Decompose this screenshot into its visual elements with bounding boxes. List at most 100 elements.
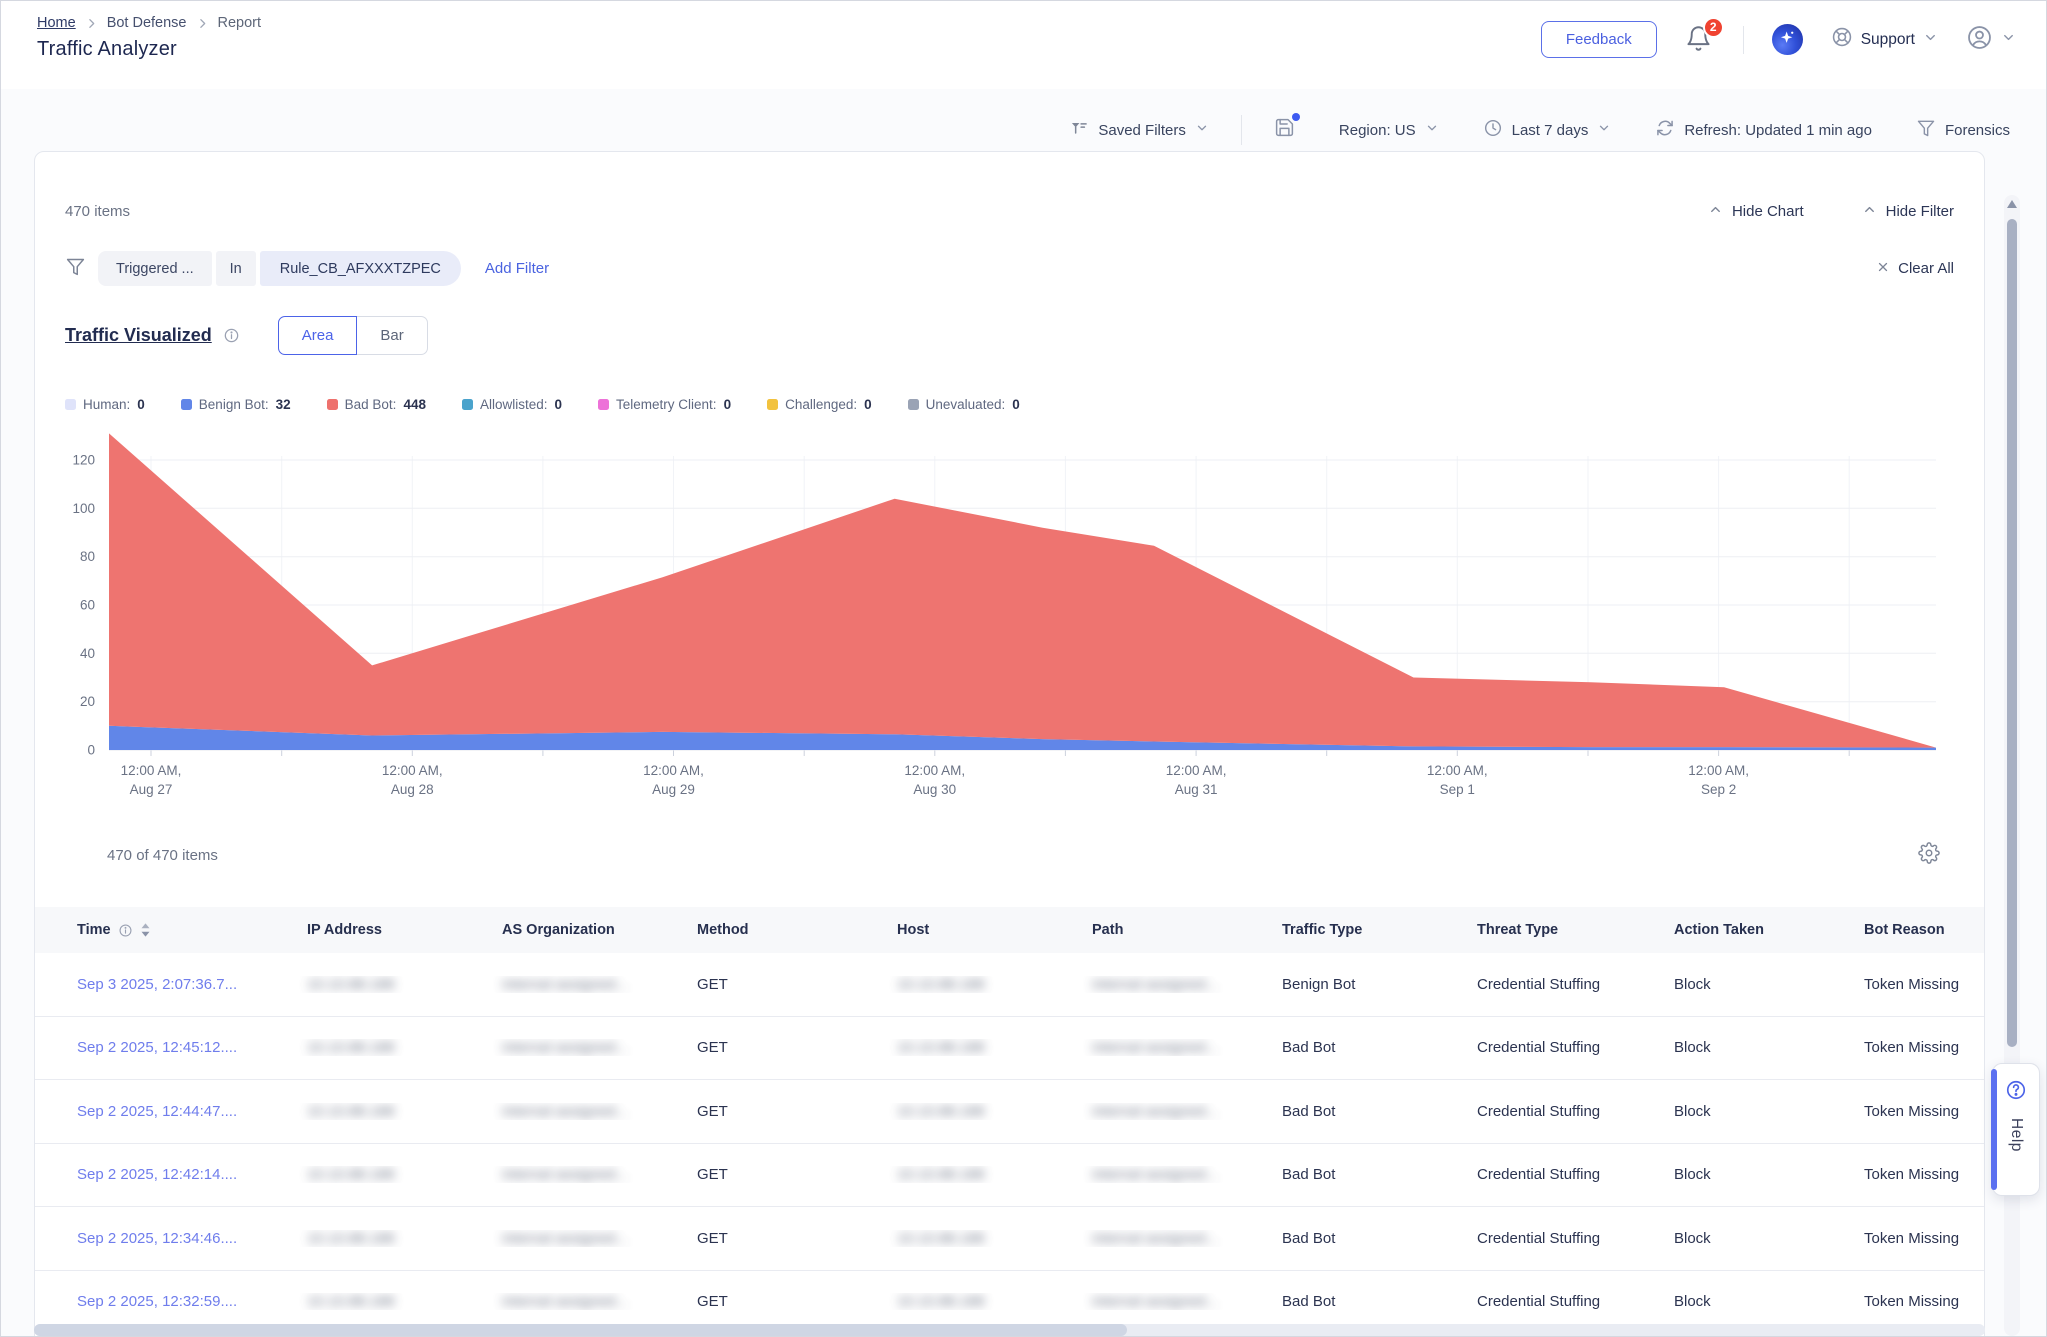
column-header-action-taken[interactable]: Action Taken [1662,922,1852,938]
clear-all-button[interactable]: Clear All [1876,260,1954,278]
legend-item[interactable]: Human:0 [65,397,145,412]
top-bar-right: Feedback 2 Support [1541,21,2016,58]
report-toolbar: Saved Filters Region: US Last 7 days [1,89,2046,153]
column-header-as-organization[interactable]: AS Organization [490,922,685,938]
filter-chip-operator[interactable]: In [216,251,256,286]
legend-item[interactable]: Challenged: 0 [767,397,872,412]
column-header-host[interactable]: Host [885,922,1080,938]
mode-bar-button[interactable]: Bar [357,316,427,355]
notifications-button[interactable]: 2 [1685,25,1715,55]
add-filter-button[interactable]: Add Filter [485,260,549,277]
breadcrumb-bot-defense[interactable]: Bot Defense [107,15,187,31]
svg-text:20: 20 [80,694,95,709]
legend-item[interactable]: Telemetry Client:0 [598,397,731,412]
redacted-cell: 10.10.88.188 [307,1293,395,1310]
mode-area-button[interactable]: Area [278,316,358,355]
event-time-link[interactable]: Sep 2 2025, 12:45:12.... [77,1039,237,1056]
breadcrumb-home[interactable]: Home [37,15,76,31]
info-icon[interactable] [223,327,240,344]
cell-action_taken: Block [1674,1293,1711,1310]
saved-filters-dropdown[interactable]: Saved Filters [1069,118,1209,143]
filter-chip-field[interactable]: Triggered ... [98,251,212,286]
time-range-dropdown[interactable]: Last 7 days [1483,118,1612,143]
active-filter-bar: Triggered ... In Rule_CB_AFXXXTZPEC Add … [65,251,1954,286]
legend-item[interactable]: Unevaluated:0 [908,397,1020,412]
legend-count: 0 [864,397,872,412]
saved-filters-label: Saved Filters [1098,122,1186,139]
event-time-link[interactable]: Sep 2 2025, 12:42:14.... [77,1166,237,1183]
table-row[interactable]: Sep 2 2025, 12:44:47....10.10.88.188inte… [35,1080,1984,1144]
redacted-cell: 10.10.88.188 [307,1230,395,1247]
column-header-traffic-type[interactable]: Traffic Type [1270,922,1465,938]
events-table: TimeIP AddressAS OrganizationMethodHostP… [35,907,1984,1334]
table-row[interactable]: Sep 2 2025, 12:45:12....10.10.88.188inte… [35,1017,1984,1081]
table-settings-button[interactable] [1918,842,1940,869]
legend-count: 0 [555,397,563,412]
legend-item[interactable]: Bad Bot:448 [327,397,426,412]
table-row[interactable]: Sep 2 2025, 12:42:14....10.10.88.188inte… [35,1144,1984,1208]
filter-lines-icon [1069,118,1089,143]
cell-bot_reason: Token Missing [1864,1166,1959,1183]
event-time-link[interactable]: Sep 2 2025, 12:44:47.... [77,1103,237,1120]
cell-method: GET [697,1103,728,1120]
legend-count: 448 [403,397,426,412]
vertical-scrollbar-thumb[interactable] [2007,219,2017,1047]
toolbar-divider [1241,115,1242,145]
legend-label: Telemetry Client: [616,397,717,412]
hide-chart-button[interactable]: Hide Chart [1708,202,1804,221]
redacted-cell: 10.10.88.188 [897,1166,985,1183]
column-header-method[interactable]: Method [685,922,885,938]
event-time-link[interactable]: Sep 2 2025, 12:32:59.... [77,1293,237,1310]
svg-text:Aug 27: Aug 27 [130,782,173,797]
notification-badge: 2 [1703,17,1724,38]
region-dropdown[interactable]: Region: US [1339,121,1439,140]
svg-text:40: 40 [80,646,95,661]
bell-icon [1685,39,1712,56]
chevron-right-icon [196,17,209,30]
column-header-bot-reason[interactable]: Bot Reason [1852,922,1984,938]
horizontal-scrollbar[interactable] [34,1324,1985,1336]
column-header-ip-address[interactable]: IP Address [295,922,490,938]
event-time-link[interactable]: Sep 2 2025, 12:34:46.... [77,1230,237,1247]
hide-filter-button[interactable]: Hide Filter [1862,202,1954,221]
scroll-up-arrow-icon[interactable] [2004,195,2020,213]
redacted-cell: internal assigned... [502,1103,628,1120]
svg-text:Aug 29: Aug 29 [652,782,695,797]
forensics-button[interactable]: Forensics [1916,118,2010,143]
legend-label: Challenged: [785,397,857,412]
refresh-button[interactable]: Refresh: Updated 1 min ago [1655,118,1872,143]
horizontal-scrollbar-thumb[interactable] [34,1324,1127,1336]
legend-item[interactable]: Benign Bot:32 [181,397,291,412]
lifebuoy-icon [1831,26,1853,53]
help-tab-label: Help [2007,1118,2025,1152]
column-header-time[interactable]: Time [35,922,295,938]
column-header-threat-type[interactable]: Threat Type [1465,922,1662,938]
items-count: 470 items [65,203,130,220]
support-label: Support [1861,31,1915,49]
chevron-right-icon [85,17,98,30]
feedback-button[interactable]: Feedback [1541,21,1657,58]
legend-item[interactable]: Allowlisted: 0 [462,397,562,412]
funnel-icon [65,256,86,282]
traffic-visualized-heading[interactable]: Traffic Visualized [65,325,212,346]
table-row[interactable]: Sep 3 2025, 2:07:36.7...10.10.88.188inte… [35,953,1984,1017]
legend-label: Human: [83,397,130,412]
account-menu[interactable] [1966,24,2016,56]
svg-text:Aug 31: Aug 31 [1175,782,1218,797]
info-icon[interactable] [118,923,133,938]
redacted-cell: internal assigned... [1092,1230,1218,1247]
ai-assistant-button[interactable] [1772,24,1803,55]
help-tab[interactable]: Help [1992,1063,2040,1196]
support-menu[interactable]: Support [1831,26,1938,53]
cell-method: GET [697,1230,728,1247]
chevron-down-icon [1597,121,1611,140]
column-header-path[interactable]: Path [1080,922,1270,938]
event-time-link[interactable]: Sep 3 2025, 2:07:36.7... [77,976,237,993]
cell-action_taken: Block [1674,1230,1711,1247]
table-row[interactable]: Sep 2 2025, 12:34:46.... 10.10.88.188 inte… [35,1207,1984,1271]
traffic-area-chart[interactable]: 02040608010012012:00 AM,Aug 2712:00 AM,A… [65,428,1954,808]
legend-label: Allowlisted: [480,397,548,412]
filter-chip-value[interactable]: Rule_CB_AFXXXTZPEC [260,251,461,286]
save-filter-button[interactable] [1274,117,1295,143]
sort-icon[interactable] [140,922,151,938]
